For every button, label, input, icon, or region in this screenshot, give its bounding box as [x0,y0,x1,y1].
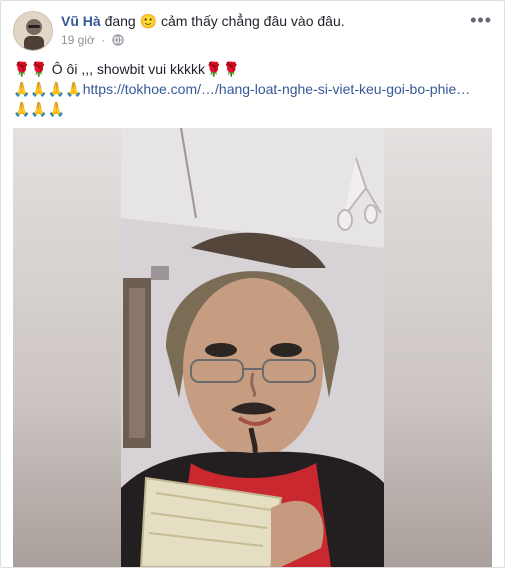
post-meta: 19 giờ · [61,33,124,47]
post-line-1-text: Ô ôi ,,, showbit vui kkkkk [51,61,206,77]
video-blur-left [13,128,121,567]
timestamp[interactable]: 19 giờ [61,33,95,47]
rose-emoji: 🌹🌹 [13,61,48,77]
globe-icon[interactable] [111,34,124,46]
post-header: Vũ Hà đang 🙂 cảm thấy chẳng đâu vào đâu.… [13,11,492,51]
rose-emoji-end: 🌹🌹 [205,61,240,77]
post-video[interactable] [13,128,492,567]
author-line: Vũ Hà đang 🙂 cảm thấy chẳng đâu vào đâu. [61,13,345,30]
post-link[interactable]: https://tokhoe.com/…/hang-loat-nghe-si-v… [83,81,471,97]
author-name[interactable]: Vũ Hà [61,13,101,29]
post-line-2: 🙏🙏🙏🙏https://tokhoe.com/…/hang-loat-nghe-… [13,79,492,99]
avatar[interactable] [13,11,53,51]
feed-post: Vũ Hà đang 🙂 cảm thấy chẳng đâu vào đâu.… [0,0,505,568]
video-frame[interactable] [121,128,384,567]
pray-emoji: 🙏🙏🙏🙏 [13,81,83,97]
video-blur-right [384,128,492,567]
video-still-image [121,128,384,567]
feeling-prefix: đang [104,13,136,29]
meta-separator: · [101,33,106,47]
feeling-text: cảm thấy chẳng đâu vào đâu. [160,13,345,29]
post-line-3: 🙏🙏🙏 [13,99,492,119]
avatar-image [14,12,52,50]
feeling-emoji: 🙂 [139,13,158,29]
pray-emoji-row: 🙏🙏🙏 [13,101,66,117]
post-text: 🌹🌹 Ô ôi ,,, showbit vui kkkkk🌹🌹 🙏🙏🙏🙏http… [13,59,492,119]
post-options-button[interactable]: ••• [470,11,492,29]
post-line-1: 🌹🌹 Ô ôi ,,, showbit vui kkkkk🌹🌹 [13,59,492,79]
